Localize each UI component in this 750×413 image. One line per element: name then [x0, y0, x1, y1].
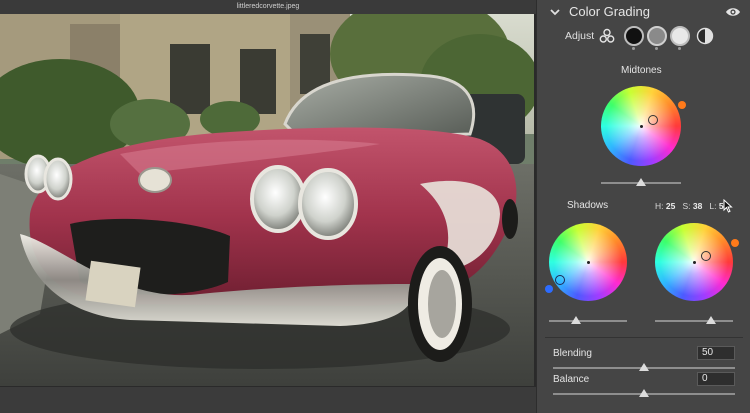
highlights-color-wheel[interactable] [655, 223, 733, 301]
highlights-circle-icon[interactable] [670, 26, 690, 46]
blending-slider-thumb[interactable] [639, 363, 649, 371]
adjust-label: Adjust [565, 30, 595, 42]
highlights-indicator-dot [678, 47, 681, 50]
balance-label: Balance [553, 374, 590, 385]
highlights-wheel-center [692, 260, 696, 264]
midtones-wheel-handle[interactable] [648, 115, 658, 125]
shadows-indicator-dot [632, 47, 635, 50]
midtones-circle-icon[interactable] [647, 26, 667, 46]
highlights-luminance-track[interactable] [655, 320, 733, 322]
panel-header[interactable]: Color Grading [537, 0, 750, 24]
photo-illustration [0, 14, 534, 386]
midtones-edge-dot[interactable] [678, 101, 686, 109]
midtones-wheel-center [639, 124, 643, 128]
highlights-luminance-thumb[interactable] [706, 316, 717, 324]
hue-label: H: [655, 201, 664, 211]
midtones-label: Midtones [621, 65, 662, 76]
eye-icon[interactable] [725, 5, 741, 19]
color-grading-panel: Color Grading Adjust Midtones Shadows H:… [536, 0, 750, 413]
midtones-indicator-dot [655, 47, 658, 50]
shadows-luminance-thumb[interactable] [571, 316, 582, 324]
section-divider [545, 337, 743, 338]
midtones-color-wheel[interactable] [601, 86, 681, 166]
hue-value[interactable]: 25 [666, 201, 675, 211]
panel-title: Color Grading [569, 4, 650, 19]
shadows-wheel-center [586, 260, 590, 264]
canvas-status-bar [0, 386, 536, 413]
three-circles-icon[interactable] [599, 28, 615, 44]
shadows-label: Shadows [567, 200, 609, 211]
chevron-down-icon[interactable] [549, 6, 561, 18]
cursor-icon [723, 199, 733, 213]
app-window: littleredcorvette.jpeg Color Grading Adj… [0, 0, 750, 413]
photo-image[interactable] [0, 14, 534, 386]
saturation-label: S: [682, 201, 691, 211]
shadows-luminance-track[interactable] [549, 320, 627, 322]
shadows-wheel-handle[interactable] [555, 275, 565, 285]
global-half-circle-icon[interactable] [696, 27, 714, 45]
blending-value-field[interactable]: 50 [697, 346, 735, 360]
document-tab-filename[interactable]: littleredcorvette.jpeg [0, 0, 536, 14]
balance-slider-thumb[interactable] [639, 389, 649, 397]
shadows-edge-dot[interactable] [545, 285, 553, 293]
balance-value-field[interactable]: 0 [697, 372, 735, 386]
midtones-luminance-thumb[interactable] [636, 178, 646, 186]
image-canvas[interactable]: littleredcorvette.jpeg [0, 0, 536, 413]
highlights-wheel-handle[interactable] [701, 251, 711, 261]
luminance-label: L: [709, 201, 717, 211]
shadows-color-wheel[interactable] [549, 223, 627, 301]
highlights-edge-dot[interactable] [731, 239, 739, 247]
saturation-value[interactable]: 38 [693, 201, 702, 211]
shadows-circle-icon[interactable] [624, 26, 644, 46]
blending-label: Blending [553, 348, 592, 359]
shadows-hsl-readout: H: 25 S: 38 L: 5 [655, 201, 724, 211]
